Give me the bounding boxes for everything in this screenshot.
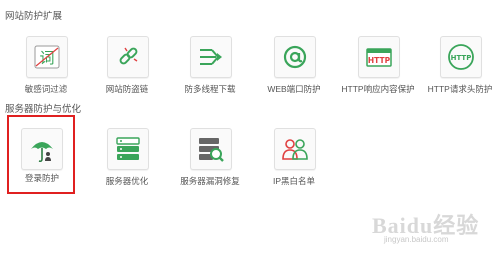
item-anti-multithread-download[interactable]: 防多线程下载 [168,36,252,106]
tile[interactable]: 词 [26,36,68,78]
item-label: HTTP请求头防护 [427,84,493,94]
tile[interactable]: HTTP [358,36,400,78]
tile[interactable] [107,36,149,78]
server-vuln-repair-icon [199,138,224,162]
item-web-port-protection[interactable]: WEB端口防护 [252,36,336,106]
at-sign-icon [283,45,307,69]
section-title-website-protection: 网站防护扩展 [5,11,63,22]
ip-blacklist-users-icon [282,139,308,160]
item-ip-blacklist[interactable]: IP黑白名单 [252,128,336,198]
highlight-box [7,115,75,194]
item-label: 服务器优化 [105,176,149,186]
watermark-sub: jingyan.baidu.com [384,235,449,244]
http-request-icon: HTTP [448,44,474,70]
item-server-optimization[interactable]: 服务器优化 [85,128,169,198]
section-title-server-protection: 服务器防护与优化 [5,104,82,115]
item-sensitive-word-filter[interactable]: 词 敏感词过滤 [4,36,88,106]
item-label: 服务器漏洞修复 [180,176,240,186]
item-server-vulnerability-repair[interactable]: 服务器漏洞修复 [168,128,252,198]
tile[interactable] [190,128,232,170]
http-icon-text: HTTP [368,56,391,65]
item-label: WEB端口防护 [267,84,321,94]
item-label: IP黑白名单 [272,176,316,186]
item-anti-hotlink[interactable]: 网站防盗链 [85,36,169,106]
item-label: 敏感词过滤 [24,84,68,94]
broken-link-icon [119,47,138,65]
word-filter-icon: 词 [34,45,60,69]
item-label: 防多线程下载 [184,84,236,94]
tile[interactable] [107,128,149,170]
multithread-download-icon [200,49,222,65]
server-optimize-icon [116,137,140,160]
tile[interactable] [274,36,316,78]
baidu-jingyan-watermark: Baidu经验 jingyan.baidu.com [366,204,486,254]
http-response-icon: HTTP [366,48,392,67]
tile[interactable] [274,128,316,170]
svg-text:词: 词 [39,49,54,67]
item-label: 网站防盗链 [105,84,149,94]
item-http-request-header-protection[interactable]: HTTP HTTP请求头防护 [418,36,500,106]
item-http-response-protection[interactable]: HTTP HTTP响应内容保护 [336,36,420,106]
tile[interactable] [190,36,232,78]
tile[interactable]: HTTP [440,36,482,78]
http-icon-text: HTTP [451,54,472,62]
item-label: HTTP响应内容保护 [341,84,415,94]
